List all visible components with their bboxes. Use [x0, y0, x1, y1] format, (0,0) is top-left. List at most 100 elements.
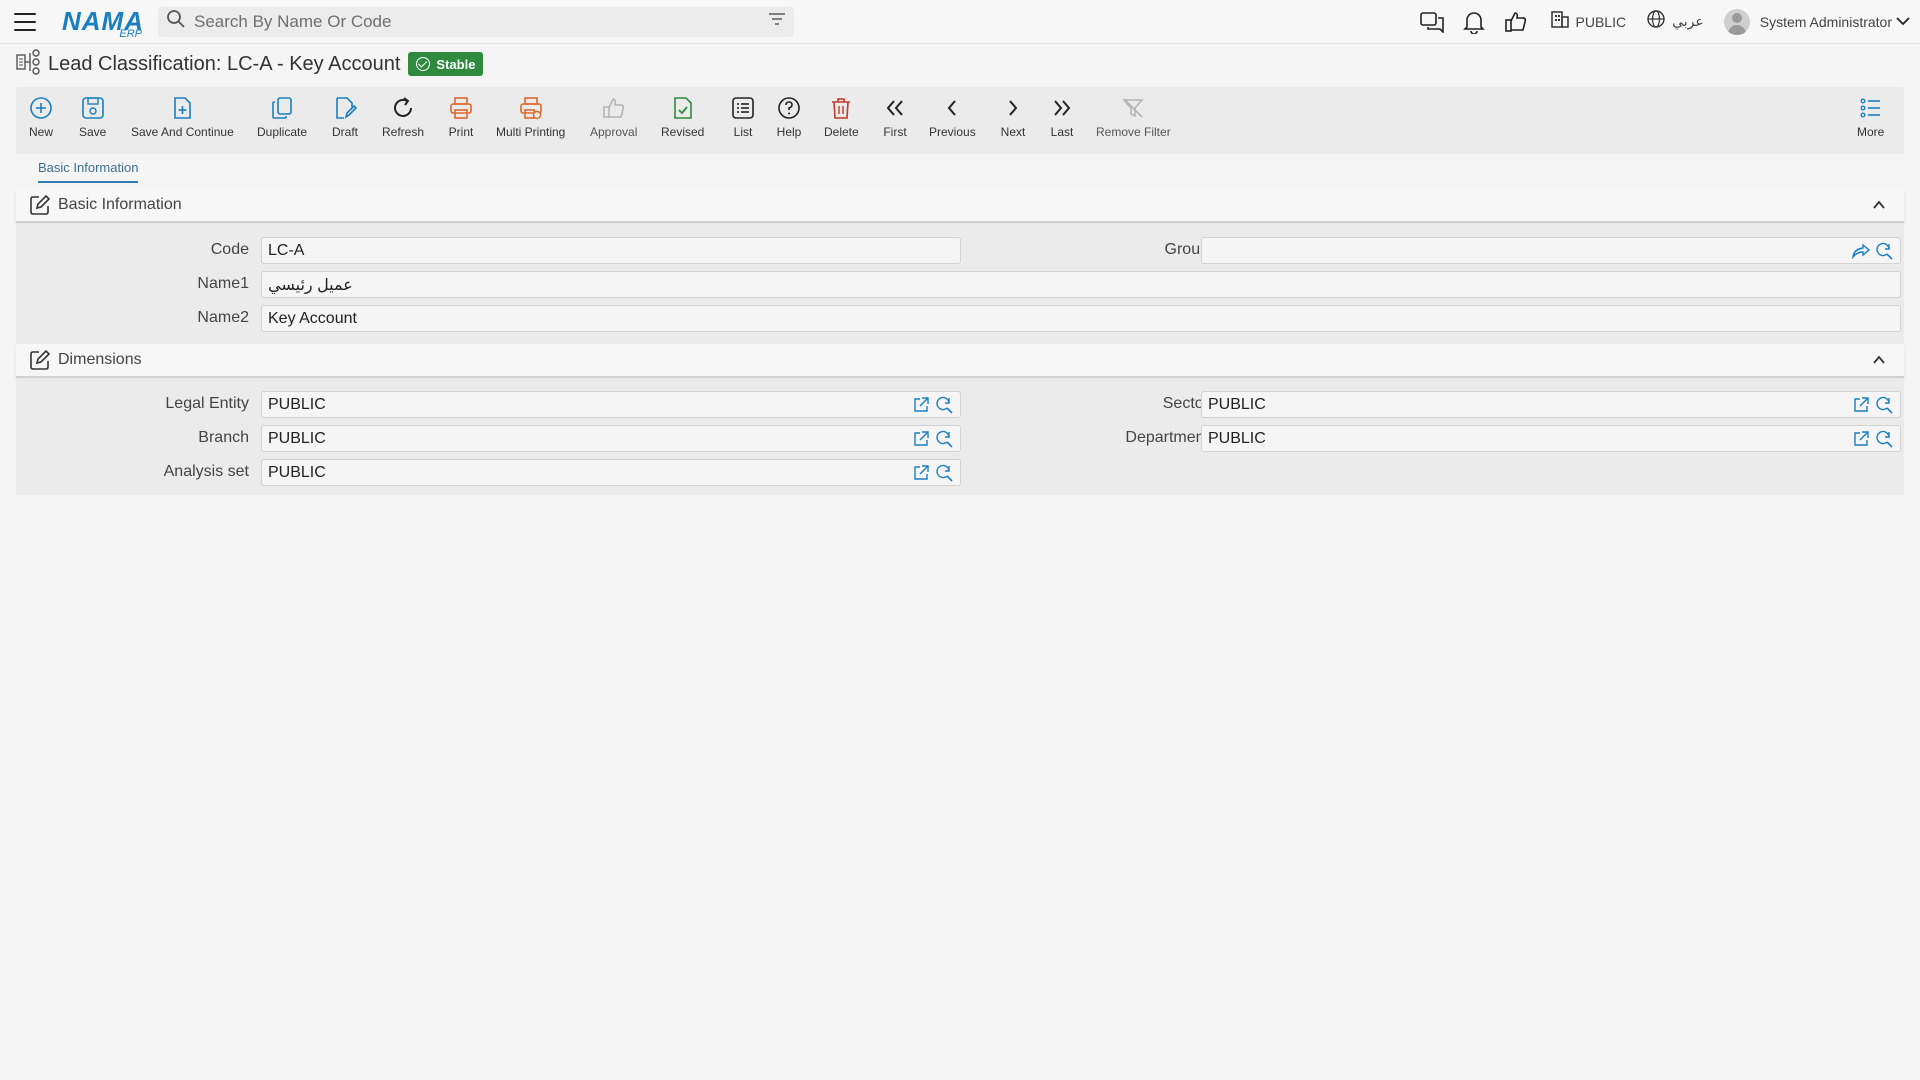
basic-information-section-header[interactable]: Basic Information — [16, 189, 1904, 223]
analysis-set-label: Analysis set — [163, 463, 249, 480]
analysis-set-field[interactable]: PUBLIC — [261, 459, 961, 486]
sector-field[interactable]: PUBLIC — [1201, 391, 1901, 418]
status-badge: Stable — [408, 52, 484, 76]
chevron-right-icon — [1000, 95, 1026, 121]
app-logo[interactable]: NAMA ERP — [62, 6, 143, 40]
section-title: Basic Information — [58, 196, 182, 213]
save-button[interactable]: Save — [79, 95, 106, 139]
refresh-icon — [390, 95, 416, 121]
branch-field[interactable]: PUBLIC — [261, 425, 961, 452]
group-label: Group — [1164, 241, 1209, 258]
legal-entity-field[interactable]: PUBLIC — [261, 391, 961, 418]
next-button[interactable]: Next — [1000, 95, 1026, 139]
search-refresh-icon[interactable] — [1876, 430, 1894, 448]
branch-label: Branch — [198, 429, 249, 446]
thumbs-up-icon[interactable] — [1502, 8, 1530, 36]
first-button[interactable]: First — [882, 95, 908, 139]
group-field[interactable] — [1201, 237, 1901, 264]
more-list-icon — [1858, 95, 1884, 121]
revised-label: Revised — [661, 125, 705, 139]
dimensions-section-header[interactable]: Dimensions — [16, 344, 1904, 378]
help-button[interactable]: Help — [776, 95, 802, 139]
first-label: First — [883, 125, 907, 139]
menu-icon[interactable] — [14, 12, 36, 31]
printer-icon — [448, 95, 474, 121]
delete-label: Delete — [824, 125, 859, 139]
edit-square-icon — [30, 194, 51, 215]
edit-square-icon — [30, 349, 51, 370]
last-button[interactable]: Last — [1049, 95, 1075, 139]
bell-icon[interactable] — [1460, 8, 1488, 36]
department-field[interactable]: PUBLIC — [1201, 425, 1901, 452]
floppy-icon — [80, 95, 106, 121]
revised-button[interactable]: Revised — [661, 95, 704, 139]
language-label: عربي — [1672, 13, 1704, 29]
form-tabs: Basic Information — [38, 160, 139, 186]
previous-button[interactable]: Previous — [929, 95, 976, 139]
remove-filter-button[interactable]: Remove Filter — [1096, 95, 1171, 139]
logo-subtext: ERP — [119, 27, 142, 40]
new-button[interactable]: New — [28, 95, 54, 139]
globe-icon — [1646, 9, 1666, 34]
previous-label: Previous — [929, 125, 976, 139]
refresh-button[interactable]: Refresh — [382, 95, 424, 139]
chat-icon[interactable] — [1418, 8, 1446, 36]
status-badge-label: Stable — [436, 56, 476, 72]
search-input[interactable] — [194, 11, 768, 32]
external-link-icon[interactable] — [1852, 396, 1870, 414]
delete-button[interactable]: Delete — [824, 95, 859, 139]
external-link-icon[interactable] — [912, 396, 930, 414]
more-label: More — [1857, 125, 1885, 139]
legal-entity-switcher[interactable]: PUBLIC — [1550, 9, 1626, 34]
chevron-left-icon — [939, 95, 965, 121]
duplicate-button[interactable]: Duplicate — [257, 95, 307, 139]
list-button[interactable]: List — [730, 95, 756, 139]
department-label: Department — [1125, 429, 1209, 446]
draft-button[interactable]: Draft — [332, 95, 358, 139]
tab-basic-information[interactable]: Basic Information — [38, 160, 139, 183]
sector-value: PUBLIC — [1208, 395, 1266, 413]
code-field[interactable]: LC-A — [261, 237, 961, 264]
section-title: Dimensions — [58, 351, 142, 368]
branch-value: PUBLIC — [268, 429, 326, 447]
file-plus-icon — [169, 95, 195, 121]
code-value: LC-A — [268, 241, 305, 259]
copy-icon — [269, 95, 295, 121]
share-icon[interactable] — [1852, 242, 1870, 260]
multi-printer-icon — [518, 95, 544, 121]
legal-entity-value: PUBLIC — [268, 395, 326, 413]
filter-icon[interactable] — [768, 12, 786, 31]
search-refresh-icon[interactable] — [1876, 242, 1894, 260]
approval-label: Approval — [590, 125, 638, 139]
file-check-icon — [670, 95, 696, 121]
multi-printing-label: Multi Printing — [496, 125, 566, 139]
name2-label: Name2 — [197, 309, 249, 326]
name1-label: Name1 — [197, 275, 249, 292]
search-refresh-icon[interactable] — [936, 464, 954, 482]
external-link-icon[interactable] — [912, 430, 930, 448]
list-icon — [730, 95, 756, 121]
double-chevron-right-icon — [1049, 95, 1075, 121]
name1-field[interactable]: عميل رئيسي — [261, 271, 1901, 298]
external-link-icon[interactable] — [912, 464, 930, 482]
hierarchy-icon — [16, 48, 44, 80]
chevron-down-icon — [1896, 13, 1910, 31]
refresh-label: Refresh — [382, 125, 425, 139]
multi-printing-button[interactable]: Multi Printing — [496, 95, 565, 139]
new-label: New — [28, 125, 53, 139]
search-icon — [166, 9, 186, 34]
double-chevron-left-icon — [882, 95, 908, 121]
external-link-icon[interactable] — [1852, 430, 1870, 448]
legal-entity-label: Legal Entity — [165, 395, 249, 412]
name2-field[interactable]: Key Account — [261, 305, 1901, 332]
approval-button[interactable]: Approval — [590, 95, 637, 139]
search-refresh-icon[interactable] — [936, 430, 954, 448]
search-refresh-icon[interactable] — [936, 396, 954, 414]
save-and-continue-button[interactable]: Save And Continue — [131, 95, 234, 139]
more-button[interactable]: More — [1857, 95, 1884, 139]
user-menu[interactable]: System Administrator — [1723, 8, 1910, 35]
language-switcher[interactable]: عربي — [1646, 9, 1704, 34]
print-button[interactable]: Print — [448, 95, 474, 139]
help-label: Help — [776, 125, 802, 139]
search-refresh-icon[interactable] — [1876, 396, 1894, 414]
